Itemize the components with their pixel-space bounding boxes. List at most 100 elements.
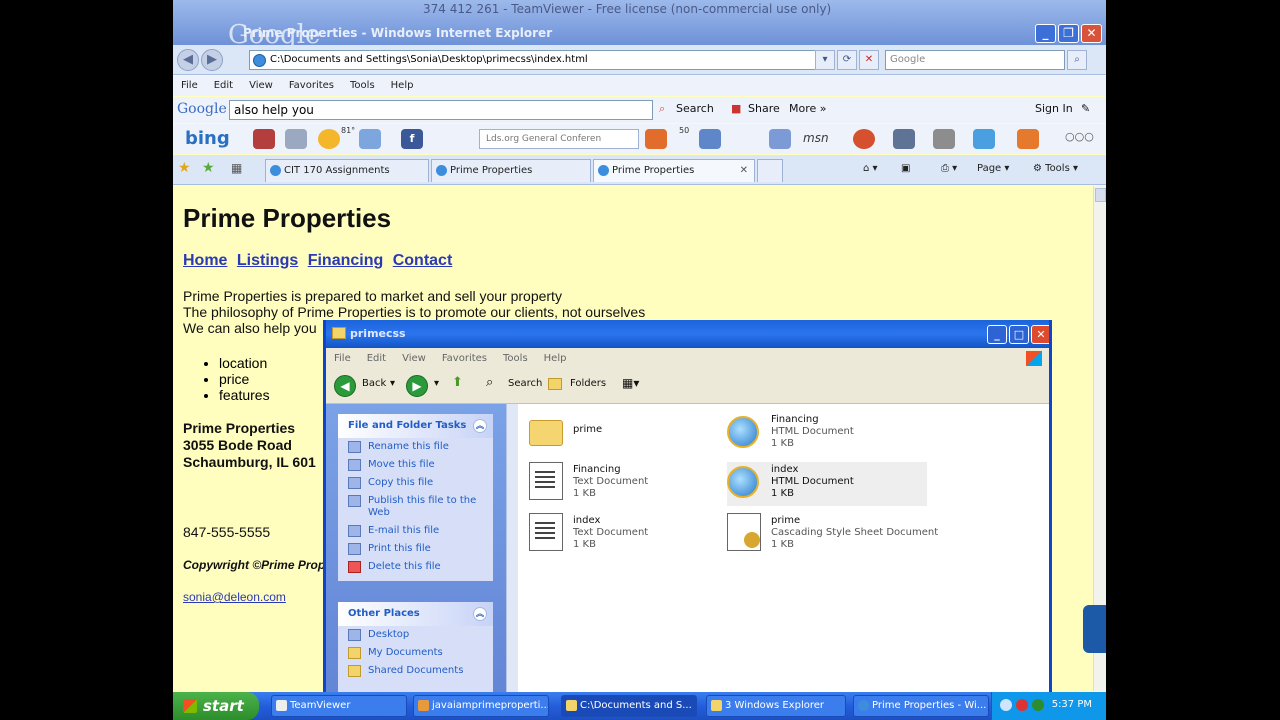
task-move[interactable]: Move this file [338, 456, 493, 474]
up-folder-icon[interactable]: ⬆ [452, 375, 463, 390]
refresh-button[interactable]: ⟳ [837, 50, 857, 70]
back-button[interactable]: ◀ [177, 49, 199, 71]
tools-menu-button[interactable]: ⚙ Tools ▾ [1033, 163, 1078, 174]
google-more-button[interactable]: More » [789, 102, 827, 115]
favorites-star-icon[interactable]: ★ [178, 160, 191, 176]
file-item-financing-txt[interactable]: Financing Text Document 1 KB [529, 462, 709, 506]
nav-home-link[interactable]: Home [183, 252, 227, 269]
feeds-icon[interactable]: ▣ [901, 163, 910, 174]
task-print[interactable]: Print this file [338, 540, 493, 558]
task-email[interactable]: E-mail this file [338, 522, 493, 540]
explorer-minimize-button[interactable]: _ [987, 325, 1007, 344]
menu-tools[interactable]: Tools [350, 76, 375, 96]
tab-prime-properties-1[interactable]: Prime Properties [431, 159, 591, 182]
views-icon[interactable]: ▦▾ [622, 376, 639, 390]
file-item-prime-folder[interactable]: prime [529, 412, 709, 456]
new-tab-button[interactable] [757, 159, 783, 182]
close-button[interactable]: ✕ [1081, 24, 1102, 43]
search-icon[interactable]: ⌕ [1067, 50, 1087, 70]
task-copy[interactable]: Copy this file [338, 474, 493, 492]
weather-icon[interactable] [318, 129, 340, 149]
nav-financing-link[interactable]: Financing [308, 252, 384, 269]
puzzle-icon[interactable] [933, 129, 955, 149]
stop-button[interactable]: ✕ [859, 50, 879, 70]
alert-icon[interactable] [253, 129, 275, 149]
collapse-chevron-icon[interactable]: ︽ [473, 607, 487, 621]
pane-splitter[interactable] [506, 404, 518, 692]
menu-help[interactable]: Help [391, 76, 414, 96]
explorer-back-button[interactable]: Back [362, 378, 386, 389]
search-icon[interactable]: ⌕ [486, 375, 493, 390]
restore-button[interactable]: ❐ [1058, 24, 1079, 43]
search-input[interactable]: Google [885, 50, 1065, 70]
menu-view[interactable]: View [249, 76, 273, 96]
explorer-close-button[interactable]: ✕ [1031, 325, 1049, 344]
explorer-menu-tools[interactable]: Tools [503, 348, 528, 370]
mail-icon[interactable] [285, 129, 307, 149]
file-item-financing-html[interactable]: Financing HTML Document 1 KB [727, 412, 927, 456]
wrench-icon[interactable]: ✎ [1081, 102, 1090, 115]
menu-edit[interactable]: Edit [214, 76, 233, 96]
download-icon[interactable] [1017, 129, 1039, 149]
scroll-up-arrow[interactable] [1095, 188, 1106, 202]
antivirus-icon[interactable] [1016, 699, 1028, 711]
chat-icon[interactable] [769, 129, 791, 149]
search-icon[interactable]: ⌕ [659, 102, 665, 116]
video-icon[interactable] [893, 129, 915, 149]
google-search-button[interactable]: Search [676, 102, 714, 115]
like-icon[interactable] [699, 129, 721, 149]
network-icon[interactable] [1032, 699, 1044, 711]
explorer-folders-button[interactable]: Folders [570, 378, 606, 389]
taskbar-windows-explorer-group[interactable]: 3 Windows Explorer [706, 695, 846, 717]
taskbar-java-editor[interactable]: javaiamprimeproperti... [413, 695, 549, 717]
lds-search-field[interactable]: Lds.org General Conferen [479, 129, 639, 149]
forward-button[interactable]: ▶ [201, 49, 223, 71]
page-menu-button[interactable]: Page ▾ [977, 163, 1009, 174]
explorer-menu-help[interactable]: Help [544, 348, 567, 370]
google-signin-button[interactable]: Sign In [1035, 102, 1073, 115]
start-button[interactable]: start [173, 692, 259, 720]
panel-header[interactable]: File and Folder Tasks ︽ [338, 414, 493, 438]
nav-listings-link[interactable]: Listings [237, 252, 298, 269]
teamviewer-side-panel[interactable] [1083, 605, 1106, 653]
add-favorite-icon[interactable]: ★ [202, 160, 215, 176]
tab-cit170[interactable]: CIT 170 Assignments [265, 159, 429, 182]
place-my-documents[interactable]: My Documents [338, 644, 493, 662]
nav-contact-link[interactable]: Contact [393, 252, 453, 269]
google-search-input[interactable]: also help you [229, 100, 653, 120]
game-icon[interactable] [853, 129, 875, 149]
minimize-button[interactable]: _ [1035, 24, 1056, 43]
panel-header[interactable]: Other Places ︽ [338, 602, 493, 626]
close-tab-icon[interactable]: ✕ [740, 160, 748, 182]
translate-icon[interactable] [973, 129, 995, 149]
task-publish[interactable]: Publish this file to the Web [338, 492, 493, 522]
lds-search-icon[interactable] [645, 129, 667, 149]
task-delete[interactable]: Delete this file [338, 558, 493, 581]
home-icon[interactable]: ⌂ ▾ [863, 163, 878, 174]
taskbar-teamviewer[interactable]: TeamViewer [271, 695, 407, 717]
file-item-prime-css[interactable]: prime Cascading Style Sheet Document 1 K… [727, 513, 967, 557]
map-icon[interactable] [359, 129, 381, 149]
more-options-icon[interactable]: ○○○ [1065, 130, 1094, 143]
tray-arrow-icon[interactable] [1000, 699, 1012, 711]
taskbar-documents-folder[interactable]: C:\Documents and S... [561, 695, 697, 717]
tab-prime-properties-2[interactable]: Prime Properties ✕ [593, 159, 755, 182]
address-dropdown-button[interactable]: ▾ [815, 50, 835, 70]
forward-dropdown-icon[interactable]: ▾ [434, 378, 439, 389]
menu-file[interactable]: File [181, 76, 198, 96]
explorer-menu-favorites[interactable]: Favorites [442, 348, 487, 370]
email-link[interactable]: sonia@deleon.com [183, 590, 286, 604]
msn-logo[interactable]: msn [803, 131, 829, 145]
taskbar-prime-properties[interactable]: Prime Properties - Wi... [853, 695, 989, 717]
collapse-chevron-icon[interactable]: ︽ [473, 419, 487, 433]
facebook-icon[interactable]: f [401, 129, 423, 149]
back-dropdown-icon[interactable]: ▾ [390, 378, 395, 389]
google-share-button[interactable]: Share [748, 102, 780, 115]
explorer-menu-edit[interactable]: Edit [367, 348, 386, 370]
menu-favorites[interactable]: Favorites [289, 76, 334, 96]
address-field[interactable]: C:\Documents and Settings\Sonia\Desktop\… [249, 50, 831, 70]
explorer-menu-file[interactable]: File [334, 348, 351, 370]
explorer-maximize-button[interactable]: □ [1009, 325, 1029, 344]
back-arrow-icon[interactable]: ◀ [334, 375, 356, 397]
task-rename[interactable]: Rename this file [338, 438, 493, 456]
